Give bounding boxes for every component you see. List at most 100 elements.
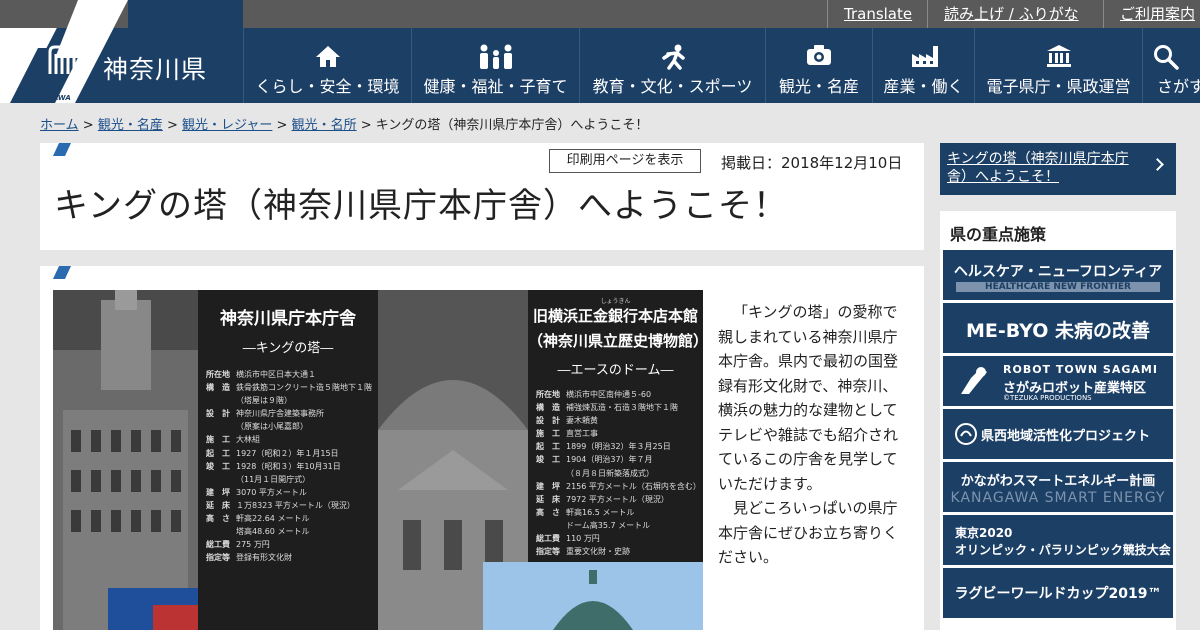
spec-key — [206, 394, 236, 407]
spec-value: 補強煉瓦造・石造３階地下１階 — [566, 403, 678, 413]
spec-key: 建 坪 — [536, 481, 560, 491]
nav-search[interactable]: さがす — [1142, 28, 1200, 103]
spec-value: （塔屋は９階） — [236, 396, 292, 406]
spec-key: 所在地 — [536, 390, 560, 399]
banner-robot-town[interactable]: ROBOT TOWN SAGAMI さがみロボット産業特区 ©TEZUKA PR… — [943, 356, 1173, 406]
site-logo[interactable]: 神奈川県 KANAGAWA — [0, 0, 243, 103]
sidebar-priority-policies: 県の重点施策 ヘルスケア・ニューフロンティア HEALTHCARE NEW FR… — [940, 211, 1176, 630]
spec-value: 大林組 — [236, 435, 260, 445]
spec-row: 所在地 横浜市中区南仲通５-60 — [536, 388, 703, 401]
spec-key: 建 坪 — [206, 487, 230, 497]
spec-value: （11月１日開庁式） — [236, 474, 311, 484]
spec-key — [206, 420, 236, 433]
spec-key: 指定等 — [536, 547, 560, 557]
spec-key: 延 床 — [206, 500, 230, 510]
camera-icon — [807, 45, 831, 65]
spec-value: 1899（明治32）年３月25日 — [566, 442, 671, 452]
breadcrumb-separator: > — [360, 118, 372, 133]
content-panel: 神奈川県庁本庁舎 ―キングの塔― 所在地 横浜市中区日本大通１ 構 造鉄骨鉄筋コンク… — [40, 266, 924, 630]
breadcrumb-sights[interactable]: 観光・名所 — [292, 118, 357, 133]
breadcrumb-home[interactable]: ホーム — [40, 118, 79, 133]
page-title: キングの塔（神奈川県庁本庁舎）へようこそ！ — [54, 186, 788, 226]
logo-caption: KANAGAWA — [25, 94, 71, 102]
banner-smart-energy[interactable]: かながわスマートエネルギー計画 KANAGAWA SMART ENERGY — [943, 462, 1173, 512]
house-icon — [315, 46, 340, 67]
banner-kensei-project[interactable]: 県西地域活性化プロジェクト — [943, 409, 1173, 459]
main-nav: くらし・安全・環境 健康・福祉・子育て 教育・文化・スポーツ 観光・名産 産業・… — [243, 28, 1200, 103]
nav-tourism[interactable]: 観光・名産 — [765, 28, 872, 103]
project-logo-icon — [955, 423, 977, 445]
spec-row: 指定等 重要文化財・史跡 — [536, 545, 703, 558]
spec-value: 軒高16.5 メートル — [566, 507, 635, 517]
spec-value: 3070 平方メートル — [236, 487, 307, 497]
factory-icon — [911, 46, 938, 67]
banner-rugby-world-cup[interactable]: ラグビーワールドカップ2019™ — [943, 568, 1173, 618]
spec-row: 施 工大林組 — [206, 433, 378, 446]
spec-value: （原案は小尾嘉郎） — [236, 422, 308, 432]
nav-living[interactable]: くらし・安全・環境 — [243, 28, 411, 103]
spec-value: ドーム高35.7 メートル — [566, 520, 651, 530]
spec-row: 施 工直営工事 — [536, 427, 703, 440]
nav-government[interactable]: 電子県庁・県政運営 — [974, 28, 1142, 103]
spec-key: 起 工 — [536, 442, 560, 452]
breadcrumb-separator: > — [82, 118, 94, 133]
breadcrumb-current: キングの塔（神奈川県庁本庁舎）へようこそ！ — [375, 118, 649, 133]
banner-mebyo[interactable]: ME-BYO 未病の改善 — [943, 303, 1173, 353]
spec-key: 延 床 — [536, 494, 560, 504]
publish-date: 掲載日：2018年12月10日 — [721, 154, 903, 172]
poster-right-title: 旧横浜正金銀行本店本館 — [532, 307, 698, 325]
sidebar-heading: 県の重点施策 — [950, 225, 1047, 244]
poster-left-caption: 神奈川県庁本庁舎 ―キングの塔― 所在地 横浜市中区日本大通１ 構 造鉄骨鉄筋コンク… — [198, 290, 378, 630]
spec-row: 構 造鉄骨鉄筋コンクリート造５階地下１階 — [206, 381, 378, 394]
spec-key: 指定等 — [206, 553, 230, 563]
spec-row: 高 さ軒高16.5 メートル — [536, 506, 703, 519]
nav-health[interactable]: 健康・福祉・子育て — [411, 28, 579, 103]
spec-key: 構 造 — [536, 403, 560, 413]
nav-education[interactable]: 教育・文化・スポーツ — [579, 28, 765, 103]
sidebar-current-page-link[interactable]: キングの塔（神奈川県庁本庁舎）へようこそ！ — [940, 143, 1176, 195]
government-building-icon — [1046, 45, 1071, 67]
spec-value: 鉄骨鉄筋コンクリート造５階地下１階 — [236, 383, 372, 393]
spec-row: 延 床 7972 平方メートル（現況） — [536, 493, 703, 506]
translate-link[interactable]: Translate — [827, 0, 927, 28]
spec-value: 275 万円 — [236, 540, 270, 550]
banner-tokyo-2020[interactable]: 東京2020 オリンピック・パラリンピック競技大会 — [943, 515, 1173, 565]
spec-row: 竣 工 1928（昭和３）年10月31日 — [206, 460, 378, 473]
article-paragraph: 「キングの塔」の愛称で親しまれている神奈川県庁本庁舎。県内で最初の国登録有形文化… — [718, 303, 899, 493]
print-page-button[interactable]: 印刷用ページを表示 — [549, 149, 701, 173]
nav-industry[interactable]: 産業・働く — [872, 28, 974, 103]
spec-value: 1904（明治37）年７月 — [566, 455, 653, 465]
spec-value: 横浜市中区日本大通１ — [236, 370, 316, 379]
breadcrumb-leisure[interactable]: 観光・レジャー — [182, 118, 272, 133]
spec-value: １万8323 平方メートル（現況） — [236, 500, 355, 510]
prefecture-emblem-icon — [48, 45, 76, 74]
breadcrumb-separator: > — [276, 118, 288, 133]
accent-stripe — [52, 266, 72, 279]
spec-row: （８月８日新築落成式） — [536, 467, 703, 480]
spec-row: 設 計神奈川県庁舎建築事務所 — [206, 407, 378, 420]
breadcrumb-tourism[interactable]: 観光・名産 — [98, 118, 163, 133]
spec-key — [536, 519, 566, 532]
spec-value: 重要文化財・史跡 — [566, 547, 630, 557]
spec-row: （11月１日開庁式） — [206, 473, 378, 486]
spec-key: 竣 工 — [206, 461, 230, 471]
spec-row: 塔高48.60 メートル — [206, 525, 378, 538]
guide-link[interactable]: ご利用案内 — [1103, 0, 1200, 28]
spec-key: 施 工 — [536, 429, 560, 439]
spec-value: 神奈川県庁舎建築事務所 — [236, 409, 324, 419]
dome-color-photo — [483, 562, 703, 630]
spec-row: 高 さ軒高22.64 メートル — [206, 512, 378, 525]
spec-value: （８月８日新築落成式） — [566, 468, 654, 478]
spec-value: 2156 平方メートル（石塀内を含む） — [566, 481, 701, 491]
spec-key: 竣 工 — [536, 455, 560, 465]
spec-key — [536, 467, 566, 480]
robot-character-icon — [961, 367, 987, 394]
spec-key: 総工費 — [536, 534, 560, 544]
spec-row: 延 床 １万8323 平方メートル（現況） — [206, 499, 378, 512]
spec-value: 登録有形文化財 — [236, 553, 292, 563]
read-aloud-link[interactable]: 読み上げ / ふりがな — [927, 0, 1103, 28]
search-icon — [1154, 45, 1179, 70]
banner-healthcare[interactable]: ヘルスケア・ニューフロンティア HEALTHCARE NEW FRONTIER — [943, 250, 1173, 300]
spec-key: 構 造 — [206, 383, 230, 393]
spec-key: 高 さ — [206, 514, 230, 524]
